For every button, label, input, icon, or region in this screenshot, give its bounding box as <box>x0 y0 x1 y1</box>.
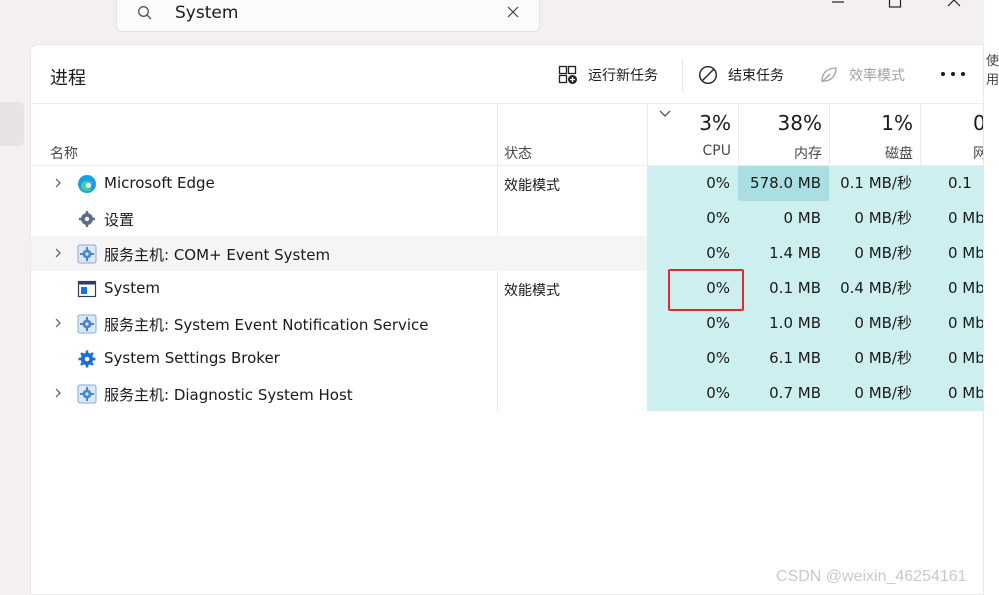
process-name: System Settings Broker <box>104 349 280 367</box>
cpu-cell: 0% <box>647 341 738 376</box>
memory-cell: 0.7 MB <box>738 376 829 411</box>
network-cell: 0 Mb <box>920 376 983 411</box>
network-cell: 0 Mb <box>920 201 983 236</box>
cpu-cell: 0% <box>647 376 738 411</box>
end-task-label: 结束任务 <box>728 68 784 84</box>
chevron-right-icon[interactable] <box>53 318 63 328</box>
more-dot-icon <box>951 72 955 76</box>
column-header-memory[interactable]: 内存 <box>738 143 822 163</box>
disk-cell: 0 MB/秒 <box>829 341 920 376</box>
run-new-task-button[interactable]: 运行新任务 <box>558 65 658 85</box>
disk-cell: 0 MB/秒 <box>829 376 920 411</box>
efficiency-mode-button[interactable]: 效率模式 <box>819 65 905 85</box>
end-task-icon <box>698 65 718 85</box>
adjacent-window-edge <box>984 0 999 595</box>
more-dot-icon <box>941 72 945 76</box>
memory-cell: 0.1 MB <box>738 271 829 306</box>
column-header-cpu[interactable]: CPU <box>647 143 731 159</box>
network-cell: 0 Mb <box>920 306 983 341</box>
end-task-button[interactable]: 结束任务 <box>698 65 784 85</box>
cpu-cell: 0% <box>647 166 738 201</box>
table-row[interactable]: 服务主机: Diagnostic System Host 0% 0.7 MB 0 MB… <box>31 376 983 411</box>
column-header-name[interactable]: 名称 <box>50 143 78 163</box>
process-name: Microsoft Edge <box>104 174 215 192</box>
disk-cell: 0.4 MB/秒 <box>829 271 920 306</box>
process-name: 服务主机: System Event Notification Service <box>104 316 429 334</box>
process-name: System <box>104 279 160 297</box>
edge-icon <box>77 174 97 194</box>
disk-cell: 0 MB/秒 <box>829 236 920 271</box>
system-window-icon <box>77 279 97 299</box>
process-name: 设置 <box>104 211 135 229</box>
memory-cell: 578.0 MB <box>738 166 829 201</box>
adjacent-window-text: 使用 <box>986 54 999 88</box>
settings-broker-icon <box>77 349 97 369</box>
table-row[interactable]: 设置 0% 0 MB 0 MB/秒 0 Mb <box>31 201 983 236</box>
column-header-disk[interactable]: 磁盘 <box>829 143 913 163</box>
process-status: 效能模式 <box>504 283 560 299</box>
disk-total-percent[interactable]: 1% <box>829 111 913 135</box>
settings-gear-icon <box>77 209 97 229</box>
toolbar-divider <box>682 58 683 92</box>
service-host-icon <box>77 244 97 264</box>
processes-panel: 进程 运行新任务 结束任务 效率模式 名称 状态 3% CPU 38% 内存 1… <box>30 44 984 595</box>
table-row[interactable]: 服务主机: COM+ Event System 0% 1.4 MB 0 MB/秒 0 M… <box>31 236 983 271</box>
process-name: 服务主机: Diagnostic System Host <box>104 386 353 404</box>
more-dot-icon <box>961 72 965 76</box>
network-cell: 0.1 Mb <box>920 166 983 227</box>
table-row[interactable]: 服务主机: System Event Notification Service 0… <box>31 306 983 341</box>
table-row[interactable]: Microsoft Edge 效能模式 0% 578.0 MB 0.1 MB/秒 0.1 … <box>31 166 983 227</box>
column-header-network[interactable]: 网 <box>920 143 983 163</box>
annotation-highlight-box <box>668 269 744 311</box>
close-window-icon[interactable] <box>946 0 962 8</box>
page-title: 进程 <box>50 68 86 89</box>
service-host-icon <box>77 314 97 334</box>
memory-cell: 1.4 MB <box>738 236 829 271</box>
cpu-total-percent[interactable]: 3% <box>647 111 731 135</box>
network-total-percent[interactable]: 0 <box>920 111 983 135</box>
disk-cell: 0.1 MB/秒 <box>829 166 920 201</box>
chevron-right-icon[interactable] <box>53 388 63 398</box>
run-new-task-label: 运行新任务 <box>588 68 658 84</box>
disk-cell: 0 MB/秒 <box>829 201 920 236</box>
cpu-cell: 0% <box>647 236 738 271</box>
table-row[interactable]: System 效能模式 0% 0.1 MB 0.4 MB/秒 0 Mb <box>31 271 983 306</box>
run-new-task-icon <box>558 65 577 84</box>
chevron-right-icon[interactable] <box>53 248 63 258</box>
memory-cell: 0 MB <box>738 201 829 236</box>
memory-total-percent[interactable]: 38% <box>738 111 822 135</box>
table-row[interactable]: System Settings Broker 0% 6.1 MB 0 MB/秒 0 Mb <box>31 341 983 376</box>
more-options-button[interactable] <box>941 72 965 80</box>
process-status: 效能模式 <box>504 178 560 194</box>
close-icon[interactable] <box>505 4 521 20</box>
minimize-icon[interactable] <box>830 0 846 8</box>
network-cell: 0 Mb <box>920 341 983 376</box>
sidebar-selected-item[interactable] <box>0 102 24 146</box>
network-cell: 0 Mb <box>920 271 983 306</box>
chevron-right-icon[interactable] <box>53 178 63 188</box>
maximize-icon[interactable] <box>887 0 903 8</box>
cpu-cell: 0% <box>647 201 738 236</box>
search-input[interactable]: System <box>175 3 238 23</box>
leaf-icon <box>821 67 837 83</box>
efficiency-mode-label: 效率模式 <box>849 68 905 84</box>
panel-header: 进程 运行新任务 结束任务 效率模式 <box>31 45 983 103</box>
process-name: 服务主机: COM+ Event System <box>104 246 331 264</box>
search-box[interactable]: System <box>116 0 540 32</box>
service-host-icon <box>77 384 97 404</box>
disk-cell: 0 MB/秒 <box>829 306 920 341</box>
search-icon <box>138 6 152 20</box>
watermark: CSDN @weixin_46254161 <box>776 568 967 585</box>
network-cell: 0 Mb <box>920 236 983 271</box>
memory-cell: 1.0 MB <box>738 306 829 341</box>
memory-cell: 6.1 MB <box>738 341 829 376</box>
cpu-cell: 0% <box>647 306 738 341</box>
column-header-status[interactable]: 状态 <box>504 143 532 163</box>
